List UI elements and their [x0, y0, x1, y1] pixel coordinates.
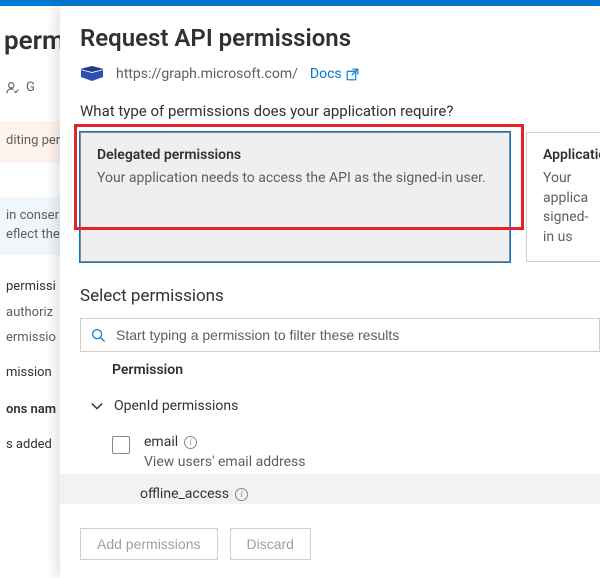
- panel-footer: Add permissions Discard: [80, 514, 600, 578]
- permission-labels: email i View users' email address: [144, 434, 306, 470]
- permission-type-question: What type of permissions does your appli…: [80, 102, 600, 120]
- bg-grant-label: G: [26, 80, 35, 95]
- permission-checkbox-email[interactable]: [112, 436, 130, 454]
- search-icon: [91, 328, 106, 343]
- permission-row-email: email i View users' email address: [80, 424, 600, 474]
- permission-desc: View users' email address: [144, 454, 306, 470]
- permission-search-input[interactable]: [114, 326, 589, 344]
- info-icon[interactable]: i: [184, 436, 197, 449]
- docs-link-label: Docs: [310, 66, 342, 82]
- discard-button[interactable]: Discard: [230, 528, 311, 560]
- docs-link[interactable]: Docs: [310, 66, 359, 82]
- card-desc-line2: signed-in us: [543, 208, 584, 247]
- graph-api-icon: [80, 66, 104, 82]
- request-permissions-panel: Request API permissions https://graph.mi…: [60, 6, 600, 578]
- permission-type-cards: Delegated permissions Your application n…: [80, 132, 600, 262]
- permission-name-text: email: [144, 434, 178, 450]
- api-url: https://graph.microsoft.com/: [116, 66, 298, 82]
- api-info-row: https://graph.microsoft.com/ Docs: [80, 66, 600, 82]
- bg-warning-text: diting per: [6, 133, 60, 148]
- permission-search-box[interactable]: [80, 318, 600, 352]
- external-link-icon: [346, 68, 359, 81]
- application-permissions-card[interactable]: Application Your applica signed-in us: [526, 132, 600, 262]
- bg-grant-consent-row[interactable]: G: [6, 80, 35, 95]
- group-label: OpenId permissions: [114, 398, 238, 414]
- permission-name-text: offline_access: [140, 486, 229, 502]
- permission-name: offline_access i: [140, 486, 248, 502]
- select-permissions-heading: Select permissions: [80, 286, 600, 306]
- permission-row-offline-access: offline_access i: [60, 474, 600, 504]
- panel-title: Request API permissions: [80, 24, 600, 52]
- card-desc-line1: Your applica: [543, 169, 584, 208]
- user-check-icon: [6, 81, 20, 95]
- add-permissions-button[interactable]: Add permissions: [80, 528, 218, 560]
- permission-group-openid[interactable]: OpenId permissions: [80, 388, 600, 424]
- delegated-permissions-card[interactable]: Delegated permissions Your application n…: [80, 132, 510, 262]
- permission-name: email i: [144, 434, 306, 450]
- card-desc: Your application needs to access the API…: [97, 169, 493, 189]
- chevron-down-icon: [90, 399, 104, 413]
- info-icon[interactable]: i: [235, 488, 248, 501]
- card-title: Delegated permissions: [97, 147, 493, 163]
- permission-column-header: Permission: [80, 352, 600, 388]
- card-title: Application: [543, 147, 584, 163]
